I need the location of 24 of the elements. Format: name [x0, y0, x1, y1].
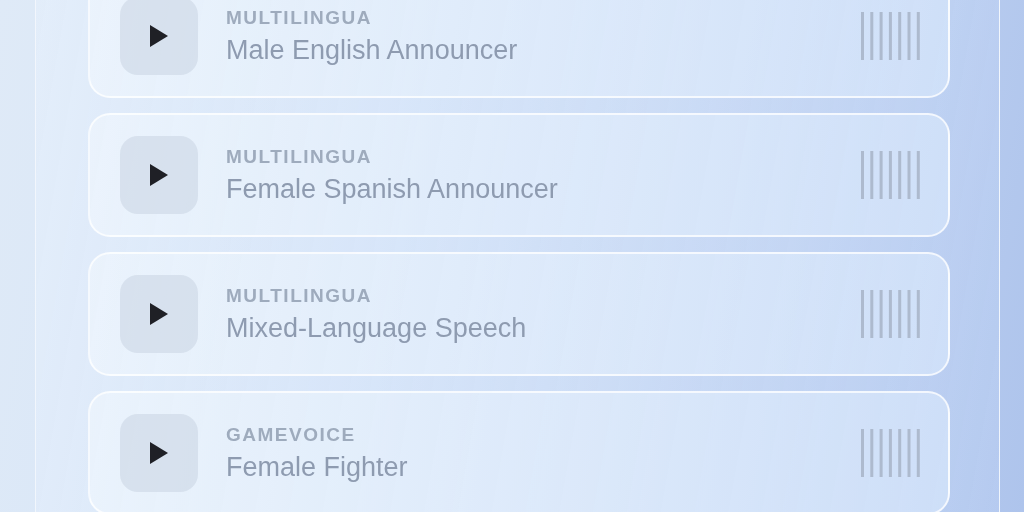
play-icon — [150, 442, 168, 464]
voice-title: Female Fighter — [226, 451, 409, 483]
voice-title: Female Spanish Announcer — [226, 173, 559, 205]
voice-category: MULTILINGUA — [226, 6, 373, 29]
play-button[interactable] — [120, 275, 198, 353]
voice-title: Male English Announcer — [226, 34, 519, 66]
play-button[interactable] — [120, 414, 198, 492]
voice-card[interactable]: MULTILINGUA Female Spanish Announcer — [88, 113, 950, 237]
voice-card[interactable]: GAMEVOICE Female Fighter — [88, 391, 950, 512]
voice-category: MULTILINGUA — [226, 284, 373, 307]
waveform-icon — [860, 429, 920, 477]
waveform-icon — [860, 151, 920, 199]
play-button[interactable] — [120, 0, 198, 75]
waveform-icon — [860, 12, 920, 60]
play-button[interactable] — [120, 136, 198, 214]
play-icon — [150, 164, 168, 186]
voice-category: MULTILINGUA — [226, 145, 373, 168]
voice-card[interactable]: MULTILINGUA Male English Announcer — [88, 0, 950, 98]
voice-title: Mixed-Language Speech — [226, 312, 528, 344]
voice-card[interactable]: MULTILINGUA Mixed-Language Speech — [88, 252, 950, 376]
voice-category: GAMEVOICE — [226, 423, 357, 446]
play-icon — [150, 303, 168, 325]
waveform-icon — [860, 290, 920, 338]
play-icon — [150, 25, 168, 47]
